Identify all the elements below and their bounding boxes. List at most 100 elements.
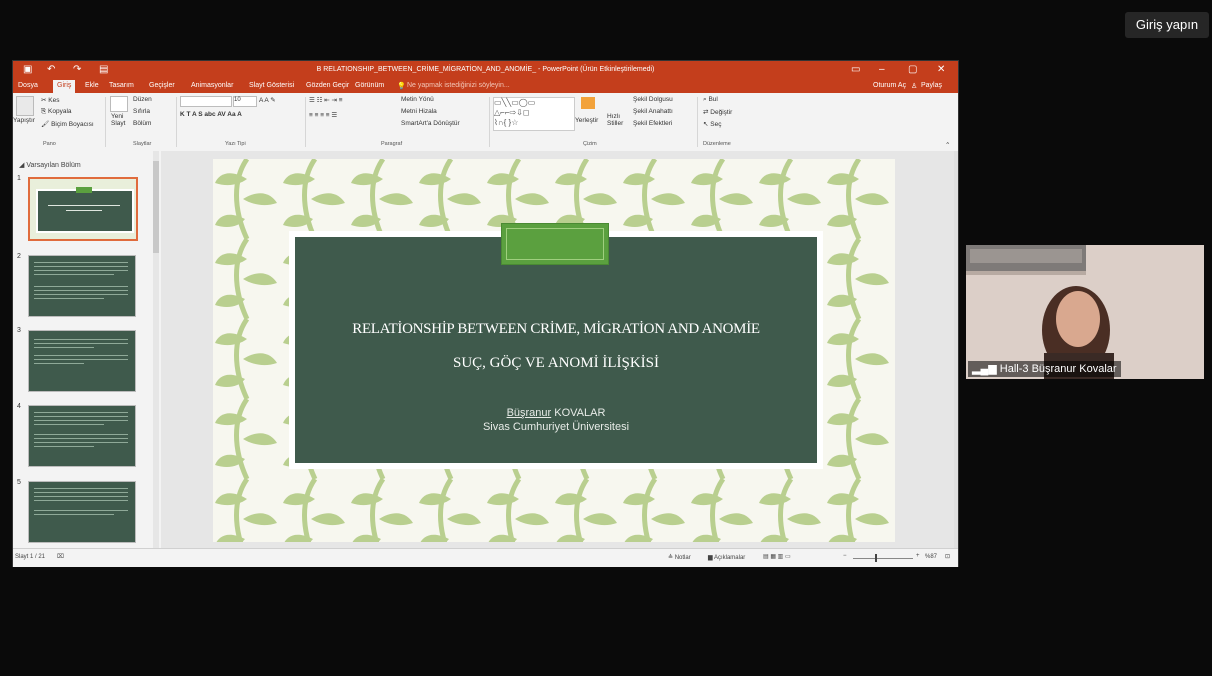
webcam-video[interactable]: ▂▄▆ Hall-3 Büşranur Kovalar bbox=[966, 245, 1204, 379]
section-button[interactable]: Bölüm bbox=[133, 120, 151, 127]
thumbnail-pane: ◢ Varsayılan Bölüm 1 2 3 4 5 bbox=[13, 151, 161, 548]
spelling-icon[interactable]: ⌧ bbox=[57, 553, 64, 560]
list-buttons[interactable]: ☰ ☷ ⇤ ⇥ ≡ bbox=[309, 96, 343, 104]
smartart-button[interactable]: SmartArt'a Dönüştür bbox=[401, 120, 460, 127]
zoom-in-button[interactable]: + bbox=[916, 553, 920, 559]
status-bar: Slayt 1 / 21 ⌧ ≜ Notlar ▆ Açıklamalar ▤ … bbox=[13, 548, 958, 567]
current-slide[interactable]: RELATİONSHİP BETWEEN CRİME, MİGRATİON AN… bbox=[213, 159, 895, 542]
notes-button[interactable]: ≜ Notlar bbox=[668, 554, 691, 561]
align-buttons[interactable]: ≡ ≡ ≡ ≡ ☰ bbox=[309, 111, 337, 119]
zoom-slider-handle[interactable] bbox=[875, 554, 877, 562]
new-slide-button[interactable]: Yeni Slayt bbox=[111, 113, 125, 127]
minimize-icon[interactable]: – bbox=[879, 64, 885, 75]
tab-gorunum[interactable]: Görünüm bbox=[355, 82, 384, 89]
signin-link[interactable]: Oturum Aç bbox=[873, 82, 906, 89]
font-format-buttons[interactable]: K T A S abc AV Aa A bbox=[180, 111, 242, 118]
author-line[interactable]: Büşranur KOVALAR bbox=[295, 407, 817, 419]
tab-gecisler[interactable]: Geçişler bbox=[149, 82, 175, 89]
login-button[interactable]: Giriş yapın bbox=[1125, 12, 1209, 38]
group-label-slaytlar: Slaytlar bbox=[133, 141, 152, 147]
grow-font-icon[interactable]: A A ✎ bbox=[259, 96, 276, 104]
group-label-pano: Pano bbox=[43, 141, 56, 147]
new-slide-icon bbox=[110, 96, 128, 112]
group-label-cizim: Çizim bbox=[583, 141, 597, 147]
copy-icon: ⎘ bbox=[41, 108, 49, 115]
thumbnail-number: 4 bbox=[17, 403, 21, 410]
paste-button[interactable]: Yapıştır bbox=[13, 117, 35, 124]
shape-outline-button[interactable]: Şekil Anahattı bbox=[633, 108, 673, 115]
powerpoint-window: ▣ ↶ ↷ ▤ B RELATIONSHIP_BETWEEN_CRİME_MİG… bbox=[12, 60, 959, 567]
maximize-icon[interactable]: ▢ bbox=[908, 64, 917, 75]
notes-icon: ≜ bbox=[668, 555, 675, 561]
slide-thumbnail-5[interactable] bbox=[28, 481, 136, 543]
group-label-yazi-tipi: Yazı Tipi bbox=[225, 141, 246, 147]
slide-title-en[interactable]: RELATİONSHİP BETWEEN CRİME, MİGRATİON AN… bbox=[295, 321, 817, 338]
quick-styles-button[interactable]: Hızlı Stiller bbox=[607, 113, 623, 127]
tab-slayt-gosterisi[interactable]: Slayt Gösterisi bbox=[249, 82, 294, 89]
tab-tasarim[interactable]: Tasarım bbox=[109, 82, 134, 89]
tab-ekle[interactable]: Ekle bbox=[85, 82, 99, 89]
replace-button[interactable]: ⇄ Değiştir bbox=[703, 108, 732, 116]
lightbulb-icon: 💡 bbox=[397, 83, 406, 90]
tab-gozden-gecir[interactable]: Gözden Geçir bbox=[306, 82, 349, 89]
find-button[interactable]: ⌕ Bul bbox=[703, 96, 718, 104]
select-button[interactable]: ↖ Seç bbox=[703, 120, 721, 128]
text-direction-button[interactable]: Metin Yönü bbox=[401, 96, 434, 103]
zoom-slider[interactable] bbox=[853, 558, 913, 559]
participant-name-label: ▂▄▆ Hall-3 Büşranur Kovalar bbox=[968, 361, 1121, 377]
view-buttons[interactable]: ▤ ▦ ▥ ▭ bbox=[763, 553, 791, 560]
thumbnail-scrollbar[interactable] bbox=[153, 151, 159, 548]
person-icon: ♙ bbox=[911, 83, 918, 90]
participant-video-frame bbox=[966, 245, 1204, 379]
section-header[interactable]: ◢ Varsayılan Bölüm bbox=[19, 161, 81, 169]
group-label-paragraf: Paragraf bbox=[381, 141, 403, 147]
slide-scrollbar[interactable] bbox=[954, 151, 958, 548]
zoom-out-button[interactable]: − bbox=[843, 553, 847, 559]
fit-slide-icon[interactable]: ⊡ bbox=[945, 553, 950, 560]
ribbon-display-icon[interactable]: ▭ bbox=[851, 64, 860, 75]
collapse-ribbon-icon[interactable]: ⌃ bbox=[945, 141, 950, 149]
font-name-box[interactable] bbox=[180, 96, 232, 107]
format-painter-button[interactable]: 🖌 Biçim Boyacısı bbox=[41, 120, 94, 128]
cut-button[interactable]: ✂ Kes bbox=[41, 96, 59, 104]
brush-icon: 🖌 bbox=[41, 121, 52, 128]
slide-thumbnail-3[interactable] bbox=[28, 330, 136, 392]
comments-button[interactable]: ▆ Açıklamalar bbox=[708, 554, 745, 561]
group-label-duzenleme: Düzenleme bbox=[703, 141, 731, 147]
title-bar: ▣ ↶ ↷ ▤ B RELATIONSHIP_BETWEEN_CRİME_MİG… bbox=[13, 61, 958, 79]
clipboard-icon bbox=[16, 96, 34, 116]
arrange-icon bbox=[581, 97, 595, 109]
arrange-button[interactable]: Yerleştir bbox=[575, 117, 598, 124]
zoom-level[interactable]: %87 bbox=[925, 554, 937, 560]
thumbnail-number: 2 bbox=[17, 253, 21, 260]
shape-effects-button[interactable]: Şekil Efektleri bbox=[633, 120, 672, 127]
tab-animasyonlar[interactable]: Animasyonlar bbox=[191, 82, 233, 89]
tab-dosya[interactable]: Dosya bbox=[18, 82, 38, 89]
close-icon[interactable]: ✕ bbox=[937, 64, 945, 75]
ribbon-tabs: Dosya Giriş Ekle Tasarım Geçişler Animas… bbox=[13, 79, 958, 93]
layout-button[interactable]: Düzen bbox=[133, 96, 152, 103]
slide-editing-area: RELATİONSHİP BETWEEN CRİME, MİGRATİON AN… bbox=[161, 151, 954, 548]
tab-giris[interactable]: Giriş bbox=[53, 80, 76, 93]
ribbon: Yapıştır ✂ Kes ⎘ Kopyala 🖌 Biçim Boyacıs… bbox=[13, 93, 958, 152]
title-panel: RELATİONSHİP BETWEEN CRİME, MİGRATİON AN… bbox=[295, 237, 817, 463]
title-frame: RELATİONSHİP BETWEEN CRİME, MİGRATİON AN… bbox=[289, 223, 823, 469]
slide-title-tr[interactable]: SUÇ, GÖÇ VE ANOMİ İLİŞKİSİ bbox=[295, 355, 817, 372]
tell-me-box[interactable]: Ne yapmak istediğinizi söyleyin... bbox=[407, 82, 510, 89]
scrollbar-thumb[interactable] bbox=[153, 161, 159, 253]
slide-thumbnail-1[interactable] bbox=[28, 177, 138, 241]
thumbnail-number: 5 bbox=[17, 479, 21, 486]
university-line[interactable]: Sivas Cumhuriyet Üniversitesi bbox=[295, 421, 817, 433]
window-title: B RELATIONSHIP_BETWEEN_CRİME_MİGRATİON_A… bbox=[316, 66, 655, 73]
share-button[interactable]: Paylaş bbox=[921, 82, 942, 89]
green-title-tab bbox=[501, 223, 609, 265]
shapes-gallery[interactable]: ▭╲╲▭◯▭ △⌐⌐⇨⇩◻ ⌇∩{ }☆ bbox=[493, 97, 575, 131]
slide-thumbnail-4[interactable] bbox=[28, 405, 136, 467]
shape-fill-button[interactable]: Şekil Dolgusu bbox=[633, 96, 673, 103]
thumbnail-number: 1 bbox=[17, 175, 21, 182]
reset-button[interactable]: Sıfırla bbox=[133, 108, 150, 115]
copy-button[interactable]: ⎘ Kopyala bbox=[41, 108, 72, 116]
slide-thumbnail-2[interactable] bbox=[28, 255, 136, 317]
align-text-button[interactable]: Metni Hizala bbox=[401, 108, 437, 115]
font-size-box[interactable]: 10 bbox=[233, 96, 257, 107]
